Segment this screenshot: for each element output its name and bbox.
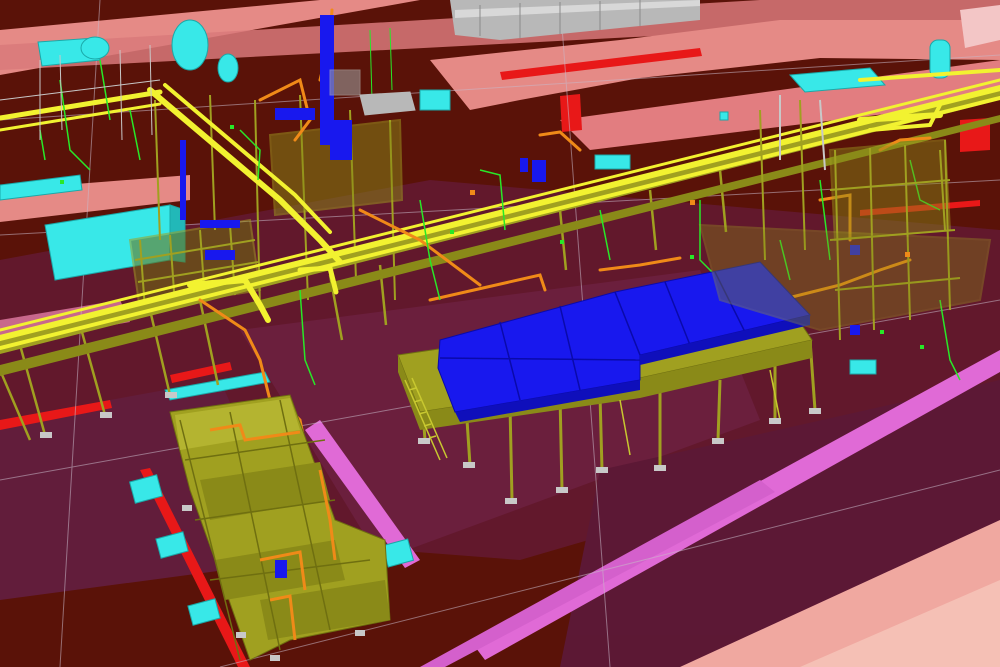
cyan-tank-3: [80, 36, 110, 60]
cyan-tank-2: [217, 53, 239, 83]
cyan-tank-1: [171, 19, 209, 71]
3d-plant-model-render[interactable]: [0, 0, 1000, 667]
3d-plant-model-viewport[interactable]: [0, 0, 1000, 667]
